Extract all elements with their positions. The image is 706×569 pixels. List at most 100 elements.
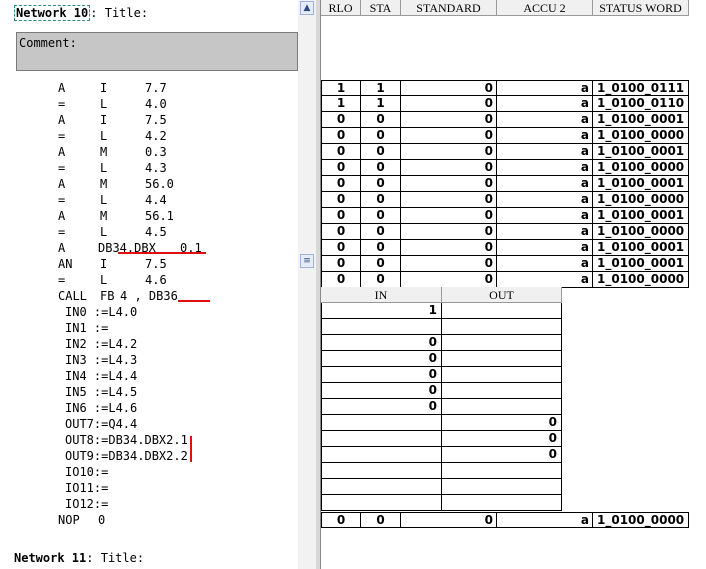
- accu2-cell: a: [497, 272, 593, 288]
- io-out-cell: 0: [442, 447, 562, 463]
- call-param: IN1 :=: [65, 321, 109, 335]
- stl-address: 4 , DB36: [120, 289, 178, 303]
- stl-address: 56.1: [145, 209, 174, 223]
- rlo-cell: 0: [321, 112, 361, 128]
- io-out-cell: [442, 495, 562, 511]
- io-in-cell: 0: [321, 351, 442, 367]
- io-out-cell: [442, 303, 562, 319]
- status-row: 0 0 0 a 1_0100_0000: [321, 192, 689, 208]
- status-row: 0 0 0 a 1_0100_0001: [321, 208, 689, 224]
- stl-address: 7.7: [145, 81, 167, 95]
- standard-cell: 0: [401, 208, 497, 224]
- sta-cell: 1: [361, 96, 401, 112]
- stl-operand-type: M: [100, 177, 108, 191]
- status-row: 0 0 0 a 1_0100_0001: [321, 112, 689, 128]
- io-out-cell: 0: [442, 431, 562, 447]
- sta-cell: 0: [361, 208, 401, 224]
- status-word-cell: 1_0100_0001: [593, 256, 689, 272]
- status-row: 0 0 0 a 1_0100_0000: [321, 128, 689, 144]
- vertical-scrollbar[interactable]: [298, 0, 316, 569]
- comment-box[interactable]: Comment:: [16, 32, 298, 71]
- status-word-cell: 1_0100_0000: [593, 512, 689, 528]
- sta-cell: 0: [361, 272, 401, 288]
- stl-address: 4.5: [145, 225, 167, 239]
- stl-operand-type: L: [100, 193, 108, 207]
- col-header-rlo[interactable]: RLO: [321, 0, 361, 16]
- status-word-cell: 1_0100_0000: [593, 128, 689, 144]
- call-param: OUT9:=DB34.DBX2.2: [65, 449, 188, 463]
- accu2-cell: a: [497, 112, 593, 128]
- status-row: 0 0 0 a 1_0100_0001: [321, 144, 689, 160]
- stl-op: =: [58, 273, 66, 287]
- io-in-cell: [321, 479, 442, 495]
- accu2-cell: a: [497, 240, 593, 256]
- standard-cell: 0: [401, 128, 497, 144]
- stl-op: =: [58, 225, 66, 239]
- call-param: IN5 :=L4.5: [65, 385, 138, 399]
- io-in-cell: 1: [321, 303, 442, 319]
- io-in-cell: [321, 415, 442, 431]
- io-in-cell: 0: [321, 383, 442, 399]
- status-row: 0 0 0 a 1_0100_0000: [321, 512, 689, 528]
- scroll-thumb-icon[interactable]: ≡: [300, 254, 314, 268]
- io-out-cell: [442, 367, 562, 383]
- call-param: IN0 :=L4.0: [65, 305, 138, 319]
- stl-op: A: [58, 177, 66, 191]
- call-param: IO10:=: [65, 465, 109, 479]
- sta-cell: 0: [361, 128, 401, 144]
- sta-cell: 0: [361, 512, 401, 528]
- network-10-title-label: Title:: [104, 6, 149, 20]
- status-word-cell: 1_0100_0000: [593, 192, 689, 208]
- stl-op: =: [58, 193, 66, 207]
- io-in-cell: 0: [321, 399, 442, 415]
- stl-op: CALL: [58, 289, 87, 303]
- sta-cell: 0: [361, 112, 401, 128]
- standard-cell: 0: [401, 144, 497, 160]
- stl-op: =: [58, 97, 66, 111]
- io-header-in[interactable]: IN: [321, 287, 442, 303]
- accu2-cell: a: [497, 128, 593, 144]
- underline-db36: [178, 300, 210, 302]
- accu2-cell: a: [497, 512, 593, 528]
- standard-cell: 0: [401, 256, 497, 272]
- call-param: IN3 :=L4.3: [65, 353, 138, 367]
- sta-cell: 0: [361, 240, 401, 256]
- col-header-standard[interactable]: STANDARD: [401, 0, 497, 16]
- standard-cell: 0: [401, 240, 497, 256]
- stl-address: 4.6: [145, 273, 167, 287]
- status-row: 0 0 0 a 1_0100_0000: [321, 160, 689, 176]
- status-row: 0 0 0 a 1_0100_0001: [321, 256, 689, 272]
- status-word-cell: 1_0100_0001: [593, 208, 689, 224]
- stl-op: A: [58, 145, 66, 159]
- col-header-status-word[interactable]: STATUS WORD: [593, 0, 689, 16]
- status-word-cell: 1_0100_0000: [593, 224, 689, 240]
- col-header-sta[interactable]: STA: [361, 0, 401, 16]
- call-param: IO12:=: [65, 497, 109, 511]
- call-param: IN4 :=L4.4: [65, 369, 138, 383]
- accu2-cell: a: [497, 192, 593, 208]
- stl-code-pane[interactable]: Network 10: Title: Comment: A I 7.7 = L 4.0 A I…: [0, 0, 298, 569]
- rlo-cell: 0: [321, 176, 361, 192]
- status-word-cell: 1_0100_0001: [593, 176, 689, 192]
- call-param: IN6 :=L4.6: [65, 401, 138, 415]
- stl-operand-type: L: [100, 225, 108, 239]
- col-header-accu2[interactable]: ACCU 2: [497, 0, 593, 16]
- stl-operand-type: FB: [100, 289, 115, 303]
- network-11-title[interactable]: Network 11: Title:: [14, 551, 144, 565]
- accu2-cell: a: [497, 224, 593, 240]
- rlo-cell: 0: [321, 192, 361, 208]
- standard-cell: 0: [401, 112, 497, 128]
- scroll-up-icon[interactable]: ▲: [300, 1, 314, 15]
- rlo-cell: 0: [321, 272, 361, 288]
- stl-operand-type: L: [100, 97, 108, 111]
- status-word-cell: 1_0100_0000: [593, 272, 689, 288]
- stl-op: AN: [58, 257, 73, 271]
- sta-cell: 0: [361, 256, 401, 272]
- stl-address: 7.5: [145, 257, 167, 271]
- stl-address: 0.3: [145, 145, 167, 159]
- stl-operand-type: M: [100, 145, 108, 159]
- network-10-title[interactable]: Network 10: Title:: [14, 5, 149, 21]
- stl-op: =: [58, 129, 66, 143]
- standard-cell: 0: [401, 160, 497, 176]
- io-header-out[interactable]: OUT: [442, 287, 562, 303]
